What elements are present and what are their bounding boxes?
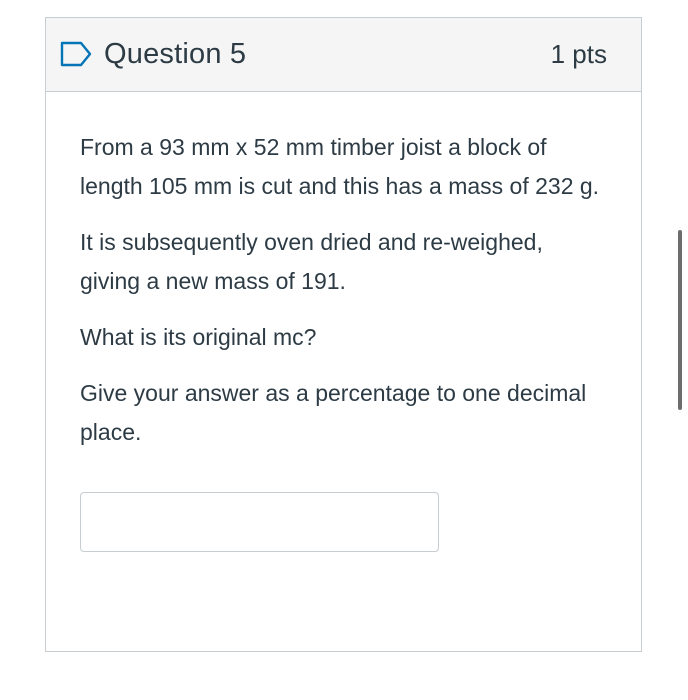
bookmark-flag-icon[interactable]: [60, 41, 92, 67]
question-card: Question 5 1 pts From a 93 mm x 52 mm ti…: [45, 17, 642, 652]
question-points: 1 pts: [550, 39, 607, 69]
question-text-paragraph: It is subsequently oven dried and re-wei…: [80, 229, 543, 294]
question-body: From a 93 mm x 52 mm timber joist a bloc…: [46, 92, 641, 552]
question-title: Question 5: [104, 38, 247, 70]
question-text-paragraph: From a 93 mm x 52 mm timber joist a bloc…: [80, 134, 600, 199]
question-text-paragraph: What is its original mc?: [80, 324, 317, 350]
question-text-paragraph: Give your answer as a percentage to one …: [80, 380, 587, 445]
answer-input[interactable]: [80, 492, 439, 552]
scrollbar-thumb[interactable]: [678, 230, 682, 410]
page: Question 5 1 pts From a 93 mm x 52 mm ti…: [0, 0, 688, 700]
question-header: Question 5 1 pts: [46, 18, 641, 92]
